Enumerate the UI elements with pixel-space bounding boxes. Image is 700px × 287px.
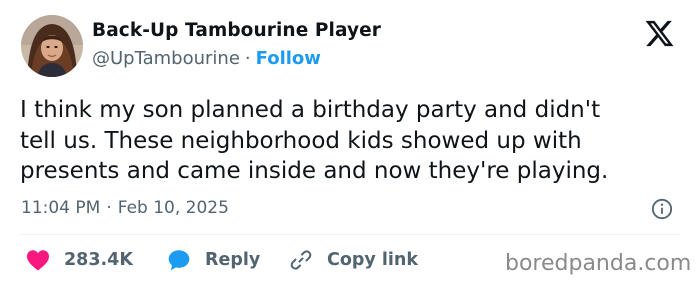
tweet-text-line: tell us. These neighborhood kids showed …: [20, 127, 582, 154]
follow-button[interactable]: Follow: [256, 48, 321, 69]
tweet-text-line: presents and came inside and now they're…: [20, 158, 609, 184]
watermark: boredpanda.com: [505, 251, 692, 276]
tweet-text-line: I think my son planned a birthday party …: [20, 97, 601, 123]
x-logo-icon[interactable]: [643, 18, 676, 49]
handle-separator: ·: [244, 48, 251, 69]
author-handle[interactable]: @UpTambourine: [92, 48, 240, 69]
author-name[interactable]: Back-Up Tambourine Player: [92, 20, 381, 41]
tweet-text: I think my son planned a birthday party …: [20, 95, 690, 187]
tweet-card: Back-Up Tambourine Player @UpTambourine ·…: [0, 0, 700, 287]
link-icon: [290, 250, 312, 270]
timestamp-separator: ·: [106, 198, 112, 218]
divider: [20, 234, 680, 235]
tweet-timestamp[interactable]: 11:04 PM · Feb 10, 2025: [21, 198, 229, 218]
avatar-photo: [21, 15, 83, 77]
copy-link-button[interactable]: Copy link: [289, 247, 418, 273]
reply-button[interactable]: Reply: [167, 247, 260, 273]
heart-icon: [27, 250, 49, 271]
copy-link-label: Copy link: [327, 250, 418, 270]
tweet-date: Feb 10, 2025: [117, 198, 229, 218]
like-count: 283.4K: [64, 250, 133, 270]
tweet-time: 11:04 PM: [21, 198, 101, 218]
avatar[interactable]: [21, 15, 83, 77]
like-button[interactable]: 283.4K: [26, 247, 133, 273]
info-icon[interactable]: [651, 198, 673, 220]
reply-label: Reply: [205, 250, 261, 270]
author-handle-row: @UpTambourine · Follow: [92, 48, 321, 69]
speech-bubble-icon: [168, 250, 190, 271]
